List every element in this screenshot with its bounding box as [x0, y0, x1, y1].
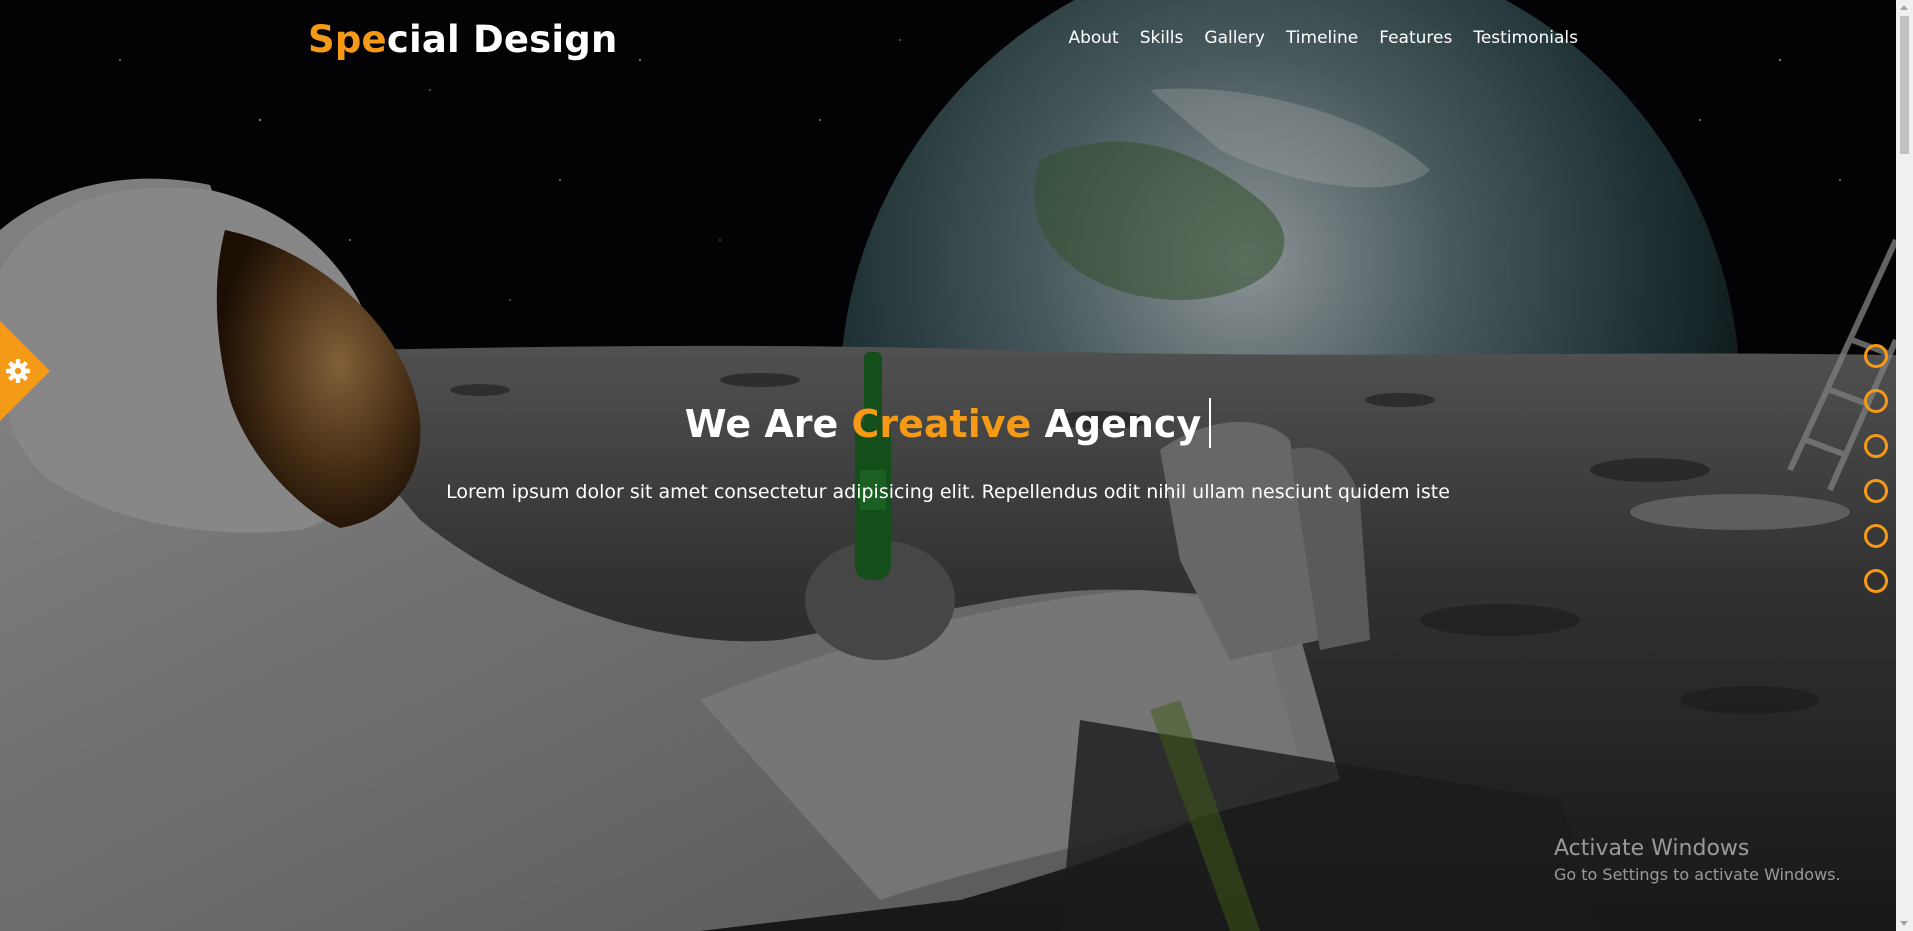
nav-link-testimonials[interactable]: Testimonials	[1473, 28, 1578, 48]
settings-toggle-button[interactable]	[0, 321, 50, 421]
nav-link-skills[interactable]: Skills	[1140, 28, 1184, 48]
bullet-about[interactable]	[1864, 344, 1888, 368]
logo-text: cial Design	[386, 18, 618, 61]
main-nav: About Skills Gallery Timeline Features T…	[1047, 28, 1578, 48]
watermark-subtitle: Go to Settings to activate Windows.	[1554, 865, 1841, 884]
vertical-scrollbar[interactable]	[1896, 0, 1913, 931]
bullet-features[interactable]	[1864, 524, 1888, 548]
headline-pre: We Are	[684, 402, 852, 446]
scrollbar-thumb[interactable]	[1900, 16, 1909, 154]
scroll-up-arrow-icon[interactable]	[1900, 5, 1908, 10]
watermark-title: Activate Windows	[1554, 836, 1750, 861]
scroll-down-arrow-icon[interactable]	[1900, 921, 1908, 926]
typing-caret	[1209, 397, 1212, 448]
bullet-testimonials[interactable]	[1864, 569, 1888, 593]
logo-accent-text: Spe	[308, 18, 387, 61]
nav-link-gallery[interactable]: Gallery	[1204, 28, 1265, 48]
bullet-timeline[interactable]	[1864, 479, 1888, 503]
site-logo[interactable]: Special Design	[308, 18, 618, 61]
hero-section: Special Design About Skills Gallery Time…	[0, 0, 1896, 931]
hero-headline: We Are Creative Agency	[0, 397, 1896, 448]
windows-activation-watermark: Activate Windows Go to Settings to activ…	[1554, 836, 1841, 884]
hero-subtitle: Lorem ipsum dolor sit amet consectetur a…	[446, 481, 1450, 503]
hero-dark-overlay	[0, 0, 1896, 931]
headline-accent: Creative	[851, 402, 1032, 446]
bullet-gallery[interactable]	[1864, 434, 1888, 458]
headline-post: Agency	[1031, 402, 1202, 446]
gear-icon	[0, 321, 50, 421]
nav-link-features[interactable]: Features	[1379, 28, 1452, 48]
nav-link-about[interactable]: About	[1068, 28, 1118, 48]
bullet-skills[interactable]	[1864, 389, 1888, 413]
nav-link-timeline[interactable]: Timeline	[1286, 28, 1358, 48]
